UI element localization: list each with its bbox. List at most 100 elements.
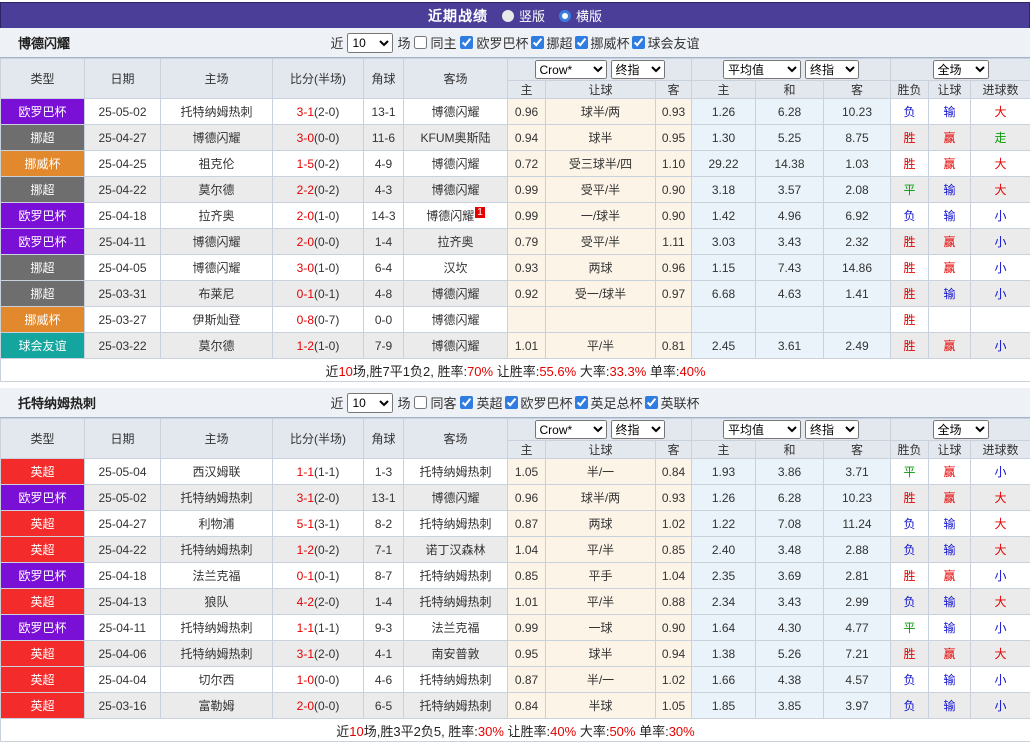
- away-team-link[interactable]: 博德闪耀: [431, 287, 479, 301]
- home-team-link[interactable]: 利物浦: [198, 517, 234, 531]
- final-index-select[interactable]: 终指: [611, 420, 665, 439]
- home-team-link[interactable]: 托特纳姆热刺: [180, 543, 252, 557]
- radio-vertical-icon[interactable]: [502, 10, 514, 22]
- home-team-cell[interactable]: 托特纳姆热刺: [161, 641, 273, 667]
- home-team-cell[interactable]: 托特纳姆热刺: [161, 99, 273, 125]
- away-team-link[interactable]: 汉坎: [443, 261, 467, 275]
- recent-count-select[interactable]: 10: [347, 393, 393, 413]
- league-checkbox[interactable]: [575, 396, 588, 409]
- away-team-cell[interactable]: 博德闪耀: [404, 99, 508, 125]
- home-team-link[interactable]: 博德闪耀: [192, 131, 240, 145]
- away-team-link[interactable]: 托特纳姆热刺: [419, 699, 491, 713]
- league-checkbox[interactable]: [575, 36, 588, 49]
- league-checkbox[interactable]: [460, 396, 473, 409]
- home-team-link[interactable]: 博德闪耀: [192, 235, 240, 249]
- away-team-link[interactable]: 托特纳姆热刺: [419, 673, 491, 687]
- home-team-cell[interactable]: 狼队: [161, 589, 273, 615]
- home-team-link[interactable]: 托特纳姆热刺: [180, 621, 252, 635]
- home-team-cell[interactable]: 博德闪耀: [161, 255, 273, 281]
- away-team-link[interactable]: 托特纳姆热刺: [419, 595, 491, 609]
- home-team-cell[interactable]: 祖克伦: [161, 151, 273, 177]
- league-filter-4[interactable]: 英联杯: [645, 393, 700, 412]
- home-team-cell[interactable]: 托特纳姆热刺: [161, 537, 273, 563]
- away-team-cell[interactable]: 诺丁汉森林: [404, 537, 508, 563]
- league-checkbox[interactable]: [645, 396, 658, 409]
- home-team-cell[interactable]: 托特纳姆热刺: [161, 615, 273, 641]
- company-select[interactable]: Crow*: [535, 60, 607, 79]
- away-team-link[interactable]: 拉齐奥: [437, 235, 473, 249]
- home-team-cell[interactable]: 莫尔德: [161, 177, 273, 203]
- league-filter-1[interactable]: 英超: [460, 393, 502, 412]
- league-checkbox[interactable]: [505, 396, 518, 409]
- league-checkbox[interactable]: [460, 36, 473, 49]
- layout-radio-vertical[interactable]: 竖版: [502, 6, 545, 25]
- away-team-link[interactable]: 博德闪耀: [431, 313, 479, 327]
- away-team-cell[interactable]: 博德闪耀: [404, 177, 508, 203]
- away-team-cell[interactable]: 博德闪耀: [404, 151, 508, 177]
- layout-radio-horizontal[interactable]: 横版: [559, 6, 602, 25]
- home-team-link[interactable]: 伊斯灿登: [192, 313, 240, 327]
- league-filter-1[interactable]: 欧罗巴杯: [460, 33, 528, 52]
- home-team-link[interactable]: 莫尔德: [198, 339, 234, 353]
- home-team-link[interactable]: 托特纳姆热刺: [180, 491, 252, 505]
- home-team-link[interactable]: 祖克伦: [198, 157, 234, 171]
- away-team-link[interactable]: KFUM奥斯陆: [421, 131, 491, 145]
- league-filter-2[interactable]: 挪超: [531, 33, 573, 52]
- away-team-link[interactable]: 博德闪耀: [426, 209, 474, 223]
- home-team-cell[interactable]: 拉齐奥: [161, 203, 273, 229]
- away-team-link[interactable]: 博德闪耀: [431, 157, 479, 171]
- away-team-link[interactable]: 法兰克福: [431, 621, 479, 635]
- company-select[interactable]: Crow*: [535, 420, 607, 439]
- away-team-cell[interactable]: 托特纳姆热刺: [404, 511, 508, 537]
- away-team-cell[interactable]: 博德闪耀: [404, 281, 508, 307]
- away-team-cell[interactable]: 托特纳姆热刺: [404, 563, 508, 589]
- home-team-link[interactable]: 切尔西: [198, 673, 234, 687]
- away-team-link[interactable]: 托特纳姆热刺: [419, 465, 491, 479]
- away-team-cell[interactable]: 博德闪耀: [404, 485, 508, 511]
- home-team-link[interactable]: 莫尔德: [198, 183, 234, 197]
- average-select[interactable]: 平均值: [723, 60, 801, 79]
- home-team-cell[interactable]: 切尔西: [161, 667, 273, 693]
- away-team-cell[interactable]: 托特纳姆热刺: [404, 459, 508, 485]
- home-team-cell[interactable]: 富勒姆: [161, 693, 273, 719]
- same-venue-checkbox[interactable]: [414, 36, 427, 49]
- final-index-select[interactable]: 终指: [611, 60, 665, 79]
- home-team-cell[interactable]: 莫尔德: [161, 333, 273, 359]
- away-team-cell[interactable]: 博德闪耀1: [404, 203, 508, 229]
- away-team-cell[interactable]: 南安普敦: [404, 641, 508, 667]
- league-filter-3[interactable]: 挪威杯: [575, 33, 630, 52]
- away-team-link[interactable]: 诺丁汉森林: [425, 543, 485, 557]
- average-select[interactable]: 平均值: [723, 420, 801, 439]
- home-team-link[interactable]: 法兰克福: [192, 569, 240, 583]
- away-team-cell[interactable]: 法兰克福: [404, 615, 508, 641]
- away-team-cell[interactable]: 托特纳姆热刺: [404, 589, 508, 615]
- scope-select[interactable]: 全场: [933, 60, 989, 79]
- league-filter-3[interactable]: 英足总杯: [575, 393, 643, 412]
- home-team-cell[interactable]: 托特纳姆热刺: [161, 485, 273, 511]
- away-team-cell[interactable]: 博德闪耀: [404, 307, 508, 333]
- home-team-link[interactable]: 博德闪耀: [192, 261, 240, 275]
- home-team-link[interactable]: 布莱尼: [198, 287, 234, 301]
- home-team-cell[interactable]: 博德闪耀: [161, 125, 273, 151]
- away-team-link[interactable]: 博德闪耀: [431, 183, 479, 197]
- league-filter-4[interactable]: 球会友谊: [632, 33, 700, 52]
- away-team-link[interactable]: 博德闪耀: [431, 105, 479, 119]
- same-venue-filter[interactable]: 同主: [414, 33, 456, 52]
- home-team-cell[interactable]: 西汉姆联: [161, 459, 273, 485]
- home-team-cell[interactable]: 布莱尼: [161, 281, 273, 307]
- home-team-cell[interactable]: 利物浦: [161, 511, 273, 537]
- home-team-cell[interactable]: 博德闪耀: [161, 229, 273, 255]
- scope-select[interactable]: 全场: [933, 420, 989, 439]
- away-team-link[interactable]: 博德闪耀: [431, 491, 479, 505]
- home-team-link[interactable]: 托特纳姆热刺: [180, 105, 252, 119]
- away-team-cell[interactable]: 汉坎: [404, 255, 508, 281]
- league-checkbox[interactable]: [632, 36, 645, 49]
- league-checkbox[interactable]: [531, 36, 544, 49]
- home-team-link[interactable]: 狼队: [204, 595, 228, 609]
- league-filter-2[interactable]: 欧罗巴杯: [505, 393, 573, 412]
- away-team-link[interactable]: 托特纳姆热刺: [419, 517, 491, 531]
- home-team-cell[interactable]: 伊斯灿登: [161, 307, 273, 333]
- home-team-link[interactable]: 拉齐奥: [198, 209, 234, 223]
- home-team-link[interactable]: 托特纳姆热刺: [180, 647, 252, 661]
- away-team-link[interactable]: 托特纳姆热刺: [419, 569, 491, 583]
